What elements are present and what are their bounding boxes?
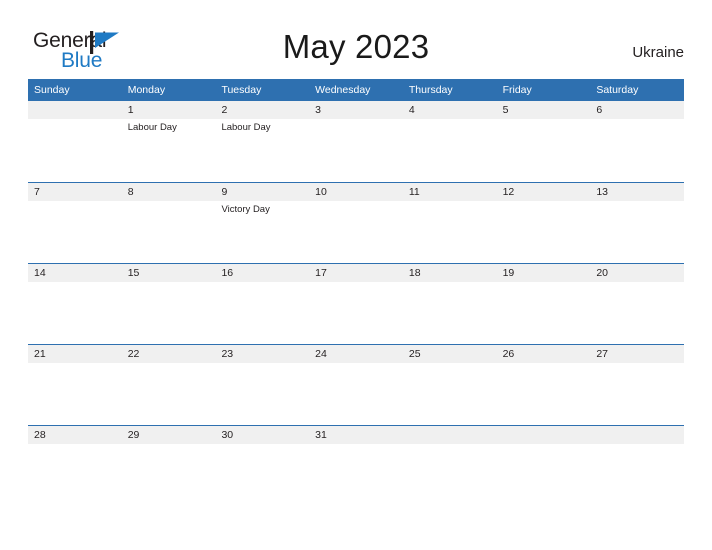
day-cell-empty <box>590 426 684 506</box>
day-cell-20[interactable]: 20 <box>590 264 684 344</box>
day-number: 15 <box>127 267 140 279</box>
weekday-header-tuesday: Tuesday <box>221 84 262 96</box>
day-cell-15[interactable]: 15 <box>122 264 216 344</box>
day-cell-29[interactable]: 29 <box>122 426 216 506</box>
day-cell-28[interactable]: 28 <box>28 426 122 506</box>
holiday-label: Labour Day <box>221 122 271 133</box>
day-cell-26[interactable]: 26 <box>497 345 591 425</box>
day-cell-13[interactable]: 13 <box>590 183 684 263</box>
holiday-label: Labour Day <box>127 122 177 133</box>
page-header: General Blue May 2023 Ukraine <box>0 0 712 78</box>
day-cell-9[interactable]: 9 Victory Day <box>215 183 309 263</box>
day-cell-empty <box>497 426 591 506</box>
day-number: 20 <box>596 267 608 279</box>
day-cell-23[interactable]: 23 <box>215 345 309 425</box>
day-cell-31[interactable]: 31 <box>309 426 403 506</box>
day-number: 27 <box>596 348 608 360</box>
day-cell-3[interactable]: 3 <box>309 101 403 182</box>
day-number <box>409 426 492 444</box>
weekday-header-row: Sunday Monday Tuesday Wednesday Thursday Frid… <box>28 79 684 101</box>
day-cell-1[interactable]: 1 Labour Day <box>122 101 216 182</box>
day-number: 4 <box>408 104 415 116</box>
day-cell-21[interactable]: 21 <box>28 345 122 425</box>
day-events: Labour Day <box>128 119 211 134</box>
day-number: 12 <box>502 186 515 198</box>
day-number: 10 <box>315 186 327 198</box>
page-title: May 2023 <box>282 28 430 65</box>
day-number: 14 <box>34 267 46 279</box>
calendar-week-row: 21 22 23 24 25 26 27 <box>28 344 684 425</box>
day-cell-25[interactable]: 25 <box>403 345 497 425</box>
day-number: 1 <box>127 104 134 116</box>
day-events: Victory Day <box>221 201 304 216</box>
day-number: 26 <box>502 348 515 360</box>
weekday-header-monday: Monday <box>127 84 166 96</box>
day-number: 3 <box>315 104 321 116</box>
weekday-header-wednesday: Wednesday <box>315 84 371 96</box>
day-number: 22 <box>127 348 140 360</box>
day-number: 8 <box>127 186 134 198</box>
day-cell-4[interactable]: 4 <box>403 101 497 182</box>
calendar-week-row: 14 15 16 17 18 19 20 <box>28 263 684 344</box>
country-label: Ukraine <box>632 44 684 61</box>
day-number: 21 <box>34 348 46 360</box>
day-cell-empty <box>403 426 497 506</box>
weekday-header-sunday: Sunday <box>34 84 70 96</box>
day-number: 16 <box>221 267 234 279</box>
day-cell-7[interactable]: 7 <box>28 183 122 263</box>
day-cell-10[interactable]: 10 <box>309 183 403 263</box>
day-cell-14[interactable]: 14 <box>28 264 122 344</box>
day-cell-22[interactable]: 22 <box>122 345 216 425</box>
day-number: 24 <box>315 348 327 360</box>
day-cell-2[interactable]: 2 Labour Day <box>215 101 309 182</box>
day-cell-24[interactable]: 24 <box>309 345 403 425</box>
day-number: 6 <box>596 104 603 116</box>
day-number: 5 <box>502 104 509 116</box>
day-cell-16[interactable]: 16 <box>215 264 309 344</box>
day-number: 29 <box>127 429 140 441</box>
weekday-header-thursday: Thursday <box>408 84 453 96</box>
day-events: Labour Day <box>221 119 304 134</box>
day-number: 13 <box>596 186 608 198</box>
day-number: 31 <box>315 429 327 441</box>
day-number: 9 <box>221 186 228 198</box>
day-number: 19 <box>502 267 515 279</box>
day-cell-11[interactable]: 11 <box>403 183 497 263</box>
calendar-weeks: 1 Labour Day 2 Labour Day 3 4 5 6 7 8 9 Victory Day… <box>28 101 684 506</box>
day-number: 23 <box>221 348 234 360</box>
day-number <box>34 101 117 119</box>
day-number: 30 <box>221 429 234 441</box>
day-number: 28 <box>34 429 46 441</box>
weekday-header-friday: Friday <box>502 84 532 96</box>
calendar-grid: Sunday Monday Tuesday Wednesday Thursday Frid… <box>28 79 684 506</box>
day-number: 2 <box>221 104 228 116</box>
day-cell-8[interactable]: 8 <box>122 183 216 263</box>
day-number: 18 <box>408 267 421 279</box>
weekday-header-saturday: Saturday <box>596 84 639 96</box>
day-number: 17 <box>315 267 327 279</box>
day-cell-12[interactable]: 12 <box>497 183 591 263</box>
holiday-label: Victory Day <box>221 204 270 215</box>
day-number: 11 <box>408 186 420 198</box>
day-cell-5[interactable]: 5 <box>497 101 591 182</box>
calendar-week-row: 7 8 9 Victory Day 10 11 12 13 <box>28 182 684 263</box>
day-cell-empty <box>28 101 122 182</box>
day-cell-6[interactable]: 6 <box>590 101 684 182</box>
day-cell-19[interactable]: 19 <box>497 264 591 344</box>
calendar-week-row: 28 29 30 31 <box>28 425 684 506</box>
day-cell-27[interactable]: 27 <box>590 345 684 425</box>
day-number <box>503 426 586 444</box>
day-cell-18[interactable]: 18 <box>403 264 497 344</box>
day-cell-30[interactable]: 30 <box>215 426 309 506</box>
calendar-week-row: 1 Labour Day 2 Labour Day 3 4 5 6 <box>28 101 684 182</box>
day-number: 7 <box>34 186 40 198</box>
day-cell-17[interactable]: 17 <box>309 264 403 344</box>
day-number <box>596 426 679 444</box>
day-number: 25 <box>408 348 421 360</box>
